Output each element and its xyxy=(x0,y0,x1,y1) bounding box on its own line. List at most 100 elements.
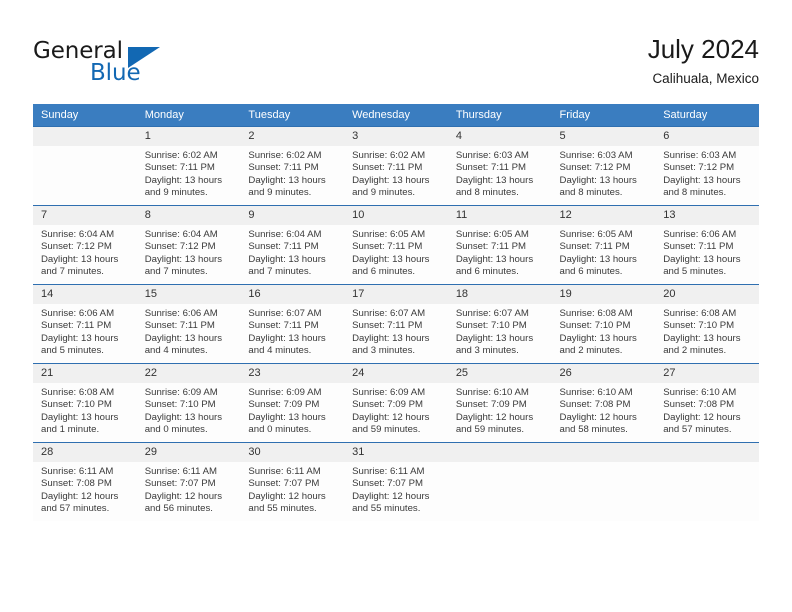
daylight-duration-line1: Daylight: 13 hours xyxy=(144,411,223,423)
calendar-day-cell[interactable]: 20 Sunrise: 6:08 AM Sunset: 7:10 PM Dayligh… xyxy=(655,284,759,364)
sunrise-time: Sunrise: 6:05 AM xyxy=(559,229,633,240)
day-details: Sunrise: 6:11 AM Sunset: 7:07 PM Daylight:… xyxy=(344,462,448,516)
daylight-duration-line2: and 55 minutes. xyxy=(248,503,317,515)
sunset-time: Sunset: 7:08 PM xyxy=(663,399,735,411)
sunset-time: Sunset: 7:11 PM xyxy=(144,320,215,332)
sunrise-time: Sunrise: 6:08 AM xyxy=(663,308,737,319)
sunrise-time: Sunrise: 6:05 AM xyxy=(455,229,529,240)
daylight-duration-line2: and 0 minutes. xyxy=(144,424,208,436)
day-details: Sunrise: 6:03 AM Sunset: 7:11 PM Daylight:… xyxy=(448,146,552,200)
sunset-time: Sunset: 7:11 PM xyxy=(248,241,319,253)
calendar-day-cell[interactable]: 3 Sunrise: 6:02 AM Sunset: 7:11 PM Daylight… xyxy=(344,126,448,206)
sunset-time: Sunset: 7:12 PM xyxy=(559,162,631,174)
calendar-day-cell[interactable]: 21 Sunrise: 6:08 AM Sunset: 7:10 PM Dayligh… xyxy=(33,363,137,443)
calendar-day-cell-empty xyxy=(33,126,137,206)
day-number: 27 xyxy=(655,364,759,383)
day-details: Sunrise: 6:06 AM Sunset: 7:11 PM Daylight:… xyxy=(33,304,137,358)
calendar-day-cell[interactable]: 18 Sunrise: 6:07 AM Sunset: 7:10 PM Dayligh… xyxy=(447,284,552,364)
calendar-day-cell[interactable]: 28 Sunrise: 6:11 AM Sunset: 7:08 PM Dayligh… xyxy=(33,442,137,521)
daylight-duration-line2: and 9 minutes. xyxy=(248,187,312,199)
daylight-duration-line2: and 7 minutes. xyxy=(41,266,104,278)
calendar-day-cell[interactable]: 13 Sunrise: 6:06 AM Sunset: 7:11 PM Dayligh… xyxy=(655,205,759,285)
calendar-day-cell[interactable]: 25 Sunrise: 6:10 AM Sunset: 7:09 PM Dayligh… xyxy=(447,363,552,443)
sunrise-time: Sunrise: 6:08 AM xyxy=(41,387,115,398)
daylight-duration-line1: Daylight: 13 hours xyxy=(663,332,741,344)
calendar-day-cell[interactable]: 22 Sunrise: 6:09 AM Sunset: 7:10 PM Dayligh… xyxy=(136,363,241,443)
sunset-time: Sunset: 7:07 PM xyxy=(144,478,216,490)
calendar-day-cell[interactable]: 14 Sunrise: 6:06 AM Sunset: 7:11 PM Dayligh… xyxy=(33,284,137,364)
daylight-duration-line1: Daylight: 12 hours xyxy=(352,490,430,502)
sunrise-time: Sunrise: 6:02 AM xyxy=(352,150,426,161)
daylight-duration-line2: and 1 minute. xyxy=(41,424,100,436)
calendar-day-cell[interactable]: 10 Sunrise: 6:05 AM Sunset: 7:11 PM Dayligh… xyxy=(344,205,448,285)
calendar-day-cell[interactable]: 12 Sunrise: 6:05 AM Sunset: 7:11 PM Dayligh… xyxy=(551,205,656,285)
calendar-day-cell[interactable]: 4 Sunrise: 6:03 AM Sunset: 7:11 PM Daylight… xyxy=(447,126,552,206)
calendar-day-cell[interactable]: 26 Sunrise: 6:10 AM Sunset: 7:08 PM Dayligh… xyxy=(551,363,656,443)
day-number: 9 xyxy=(240,206,345,225)
sunset-time: Sunset: 7:07 PM xyxy=(248,478,320,490)
calendar-day-cell[interactable]: 15 Sunrise: 6:06 AM Sunset: 7:11 PM Dayligh… xyxy=(136,284,241,364)
weekday-header-friday: Friday xyxy=(551,104,656,127)
calendar-day-cell[interactable]: 9 Sunrise: 6:04 AM Sunset: 7:11 PM Daylight… xyxy=(240,205,345,285)
calendar-day-cell[interactable]: 5 Sunrise: 6:03 AM Sunset: 7:12 PM Daylight… xyxy=(551,126,656,206)
calendar-day-cell[interactable]: 24 Sunrise: 6:09 AM Sunset: 7:09 PM Dayligh… xyxy=(344,363,448,443)
daylight-duration-line2: and 8 minutes. xyxy=(559,187,623,199)
day-details: Sunrise: 6:08 AM Sunset: 7:10 PM Daylight:… xyxy=(655,304,759,358)
sunset-time: Sunset: 7:12 PM xyxy=(144,241,216,253)
sunrise-time: Sunrise: 6:11 AM xyxy=(248,466,321,477)
day-details: Sunrise: 6:03 AM Sunset: 7:12 PM Daylight:… xyxy=(552,146,656,200)
daylight-duration-line2: and 8 minutes. xyxy=(455,187,519,199)
calendar-day-cell[interactable]: 16 Sunrise: 6:07 AM Sunset: 7:11 PM Dayligh… xyxy=(240,284,345,364)
day-number xyxy=(33,127,137,146)
daylight-duration-line1: Daylight: 13 hours xyxy=(248,174,326,186)
day-number xyxy=(447,443,552,462)
day-number: 20 xyxy=(655,285,759,304)
daylight-duration-line1: Daylight: 13 hours xyxy=(144,332,223,344)
day-number: 22 xyxy=(136,364,241,383)
day-details: Sunrise: 6:02 AM Sunset: 7:11 PM Daylight:… xyxy=(137,146,241,200)
day-number: 30 xyxy=(240,443,345,462)
calendar-day-cell[interactable]: 2 Sunrise: 6:02 AM Sunset: 7:11 PM Daylight… xyxy=(240,126,345,206)
sunrise-time: Sunrise: 6:04 AM xyxy=(144,229,218,240)
sunset-time: Sunset: 7:11 PM xyxy=(455,241,527,253)
daylight-duration-line1: Daylight: 13 hours xyxy=(559,332,637,344)
day-details: Sunrise: 6:09 AM Sunset: 7:09 PM Daylight:… xyxy=(344,383,448,437)
sunrise-time: Sunrise: 6:07 AM xyxy=(248,308,322,319)
calendar-day-cell[interactable]: 31 Sunrise: 6:11 AM Sunset: 7:07 PM Dayligh… xyxy=(344,442,448,521)
day-details: Sunrise: 6:11 AM Sunset: 7:08 PM Daylight:… xyxy=(33,462,137,516)
sunset-time: Sunset: 7:11 PM xyxy=(455,162,527,174)
day-number: 10 xyxy=(344,206,448,225)
calendar-day-cell[interactable]: 6 Sunrise: 6:03 AM Sunset: 7:12 PM Daylight… xyxy=(655,126,759,206)
sunset-time: Sunset: 7:11 PM xyxy=(248,320,319,332)
daylight-duration-line1: Daylight: 13 hours xyxy=(455,332,534,344)
calendar-day-cell[interactable]: 27 Sunrise: 6:10 AM Sunset: 7:08 PM Dayligh… xyxy=(655,363,759,443)
day-number: 28 xyxy=(33,443,137,462)
sunrise-time: Sunrise: 6:04 AM xyxy=(248,229,322,240)
sunrise-time: Sunrise: 6:02 AM xyxy=(248,150,322,161)
calendar-day-cell[interactable]: 30 Sunrise: 6:11 AM Sunset: 7:07 PM Dayligh… xyxy=(240,442,345,521)
daylight-duration-line1: Daylight: 13 hours xyxy=(663,253,741,265)
day-number: 3 xyxy=(344,127,448,146)
calendar-day-cell[interactable]: 19 Sunrise: 6:08 AM Sunset: 7:10 PM Dayligh… xyxy=(551,284,656,364)
calendar-day-cell[interactable]: 8 Sunrise: 6:04 AM Sunset: 7:12 PM Daylight… xyxy=(136,205,241,285)
calendar-day-cell[interactable]: 17 Sunrise: 6:07 AM Sunset: 7:11 PM Dayligh… xyxy=(344,284,448,364)
daylight-duration-line2: and 2 minutes. xyxy=(663,345,727,357)
sunset-time: Sunset: 7:08 PM xyxy=(559,399,631,411)
calendar-day-cell[interactable]: 11 Sunrise: 6:05 AM Sunset: 7:11 PM Dayligh… xyxy=(447,205,552,285)
sunrise-time: Sunrise: 6:03 AM xyxy=(559,150,633,161)
day-details: Sunrise: 6:02 AM Sunset: 7:11 PM Daylight:… xyxy=(344,146,448,200)
calendar-day-cell[interactable]: 1 Sunrise: 6:02 AM Sunset: 7:11 PM Daylight… xyxy=(136,126,241,206)
daylight-duration-line1: Daylight: 13 hours xyxy=(41,332,119,344)
day-details: Sunrise: 6:11 AM Sunset: 7:07 PM Daylight:… xyxy=(137,462,241,516)
sunrise-time: Sunrise: 6:02 AM xyxy=(144,150,218,161)
calendar-day-cell[interactable]: 23 Sunrise: 6:09 AM Sunset: 7:09 PM Dayligh… xyxy=(240,363,345,443)
sunrise-time: Sunrise: 6:09 AM xyxy=(248,387,322,398)
day-number: 15 xyxy=(136,285,241,304)
daylight-duration-line1: Daylight: 13 hours xyxy=(144,174,223,186)
daylight-duration-line2: and 55 minutes. xyxy=(352,503,421,515)
daylight-duration-line1: Daylight: 12 hours xyxy=(455,411,534,423)
calendar-day-cell[interactable]: 29 Sunrise: 6:11 AM Sunset: 7:07 PM Dayligh… xyxy=(136,442,241,521)
daylight-duration-line1: Daylight: 13 hours xyxy=(663,174,741,186)
calendar-day-cell[interactable]: 7 Sunrise: 6:04 AM Sunset: 7:12 PM Daylight… xyxy=(33,205,137,285)
sunset-time: Sunset: 7:11 PM xyxy=(41,320,112,332)
